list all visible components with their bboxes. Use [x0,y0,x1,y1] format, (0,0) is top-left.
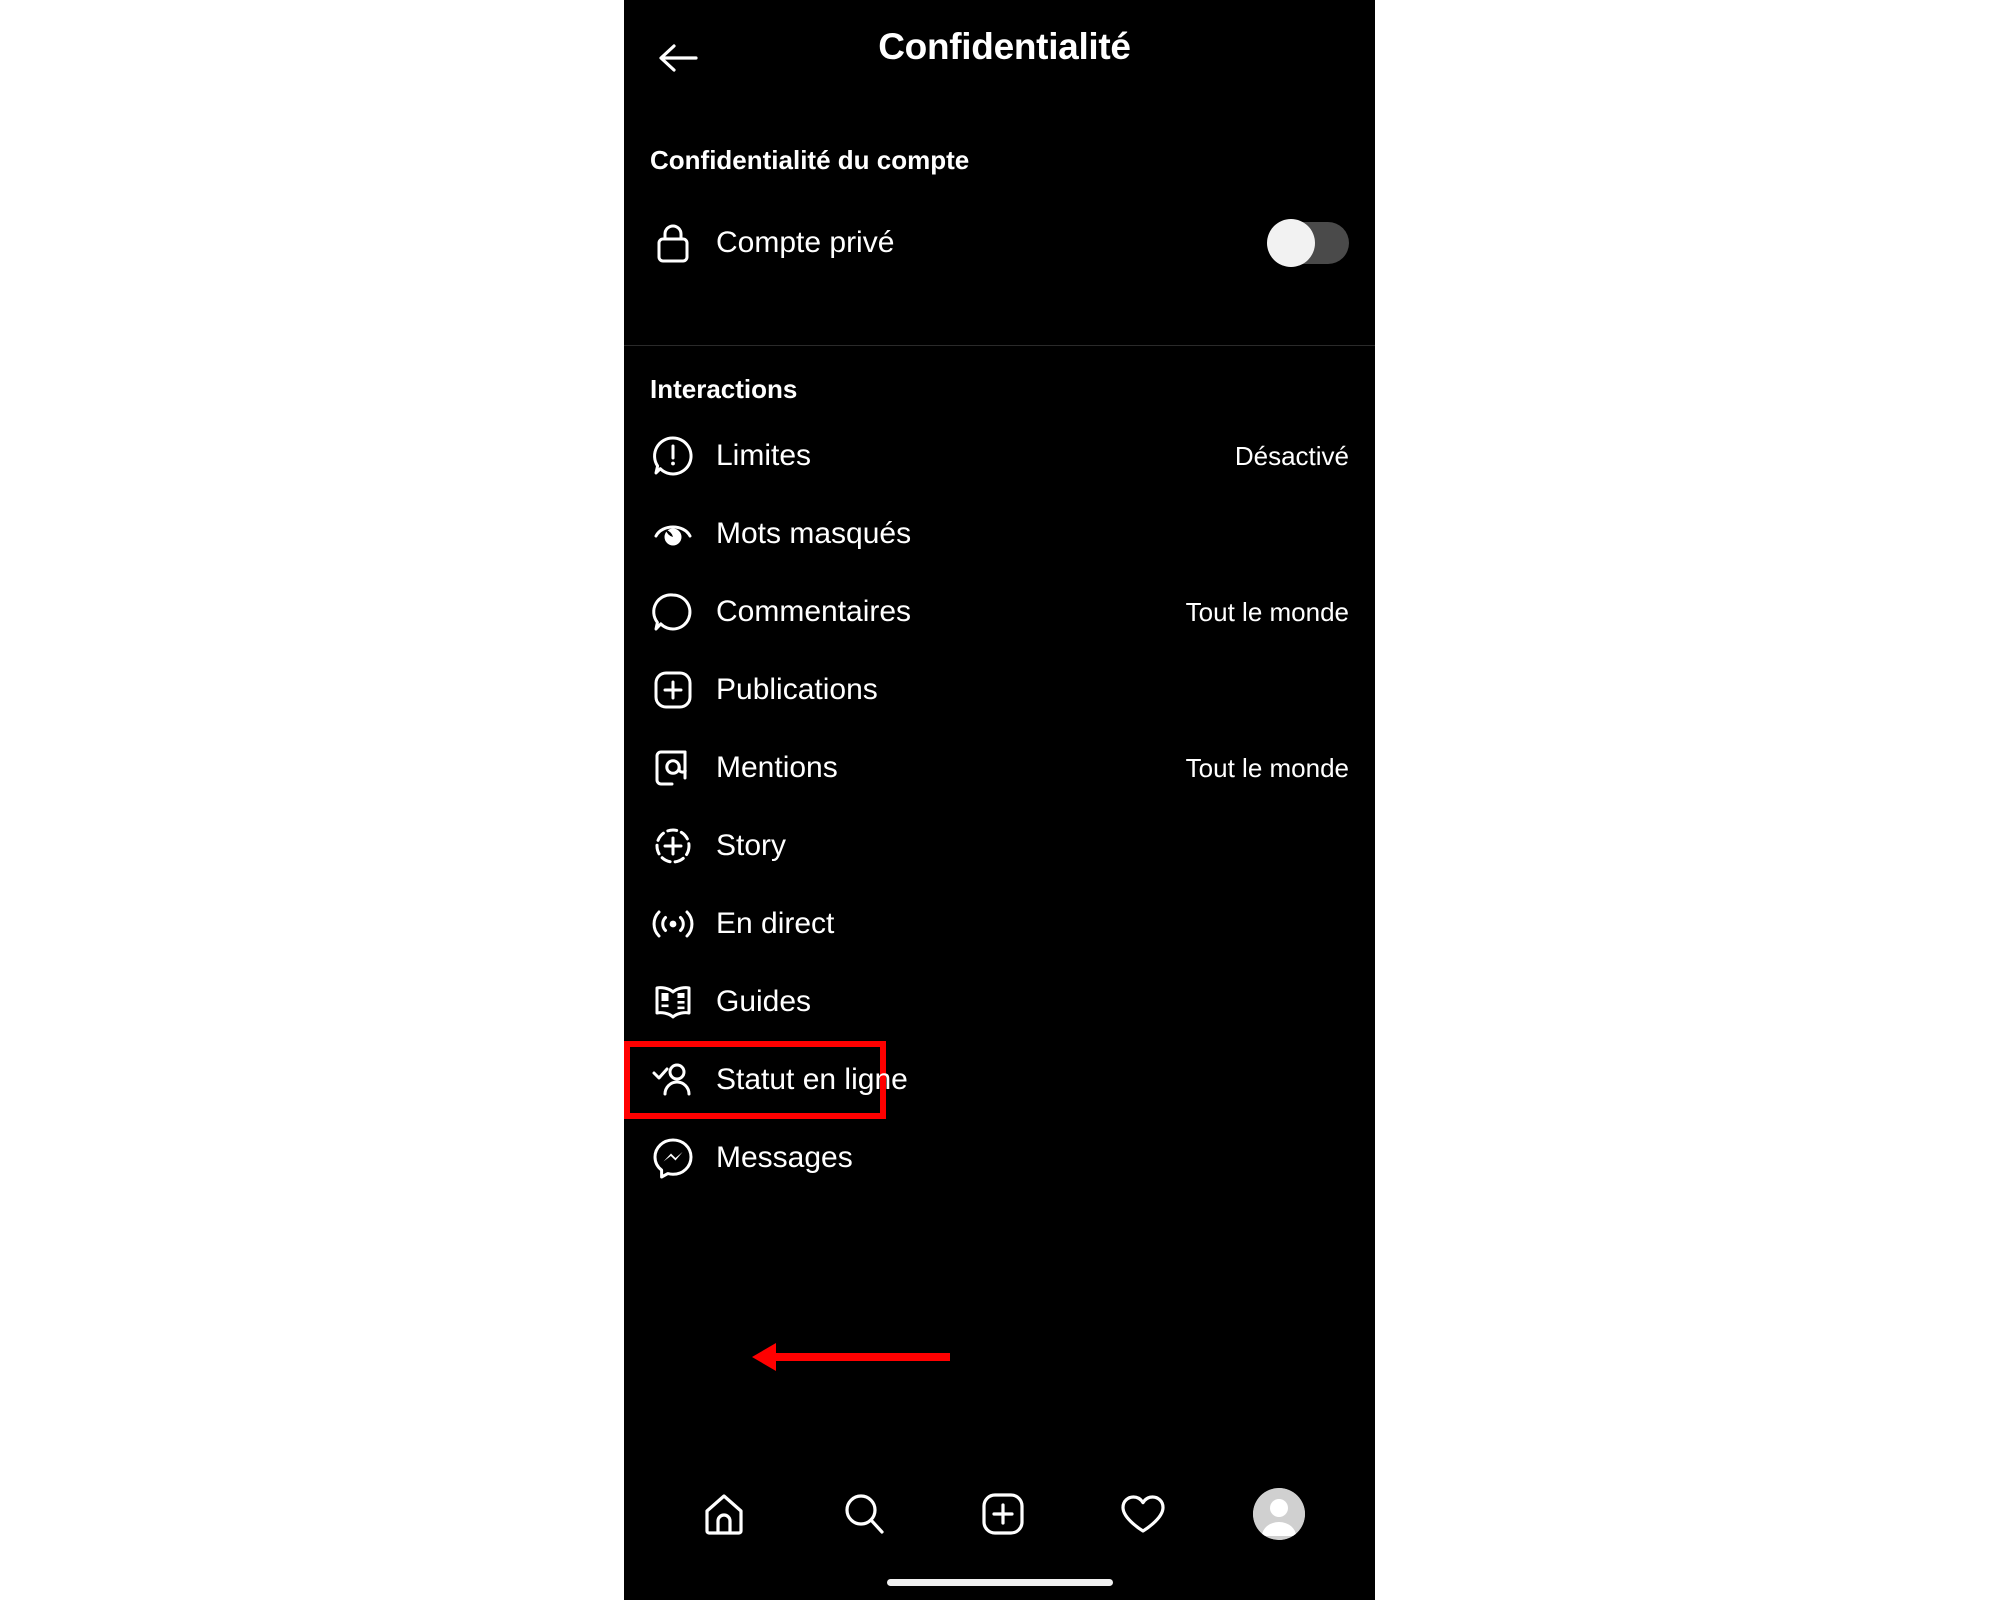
person-check-icon [650,1057,696,1103]
nav-activity-heart-icon[interactable] [1113,1484,1173,1544]
story-plus-icon [650,823,696,869]
nav-search-icon[interactable] [834,1484,894,1544]
row-limites[interactable]: Limites Désactivé [624,417,1375,495]
row-statut-en-ligne[interactable]: Statut en ligne [624,1041,908,1119]
row-private-account[interactable]: Compte privé [624,198,1375,288]
row-label: Statut en ligne [716,1063,908,1096]
section-divider [624,345,1375,346]
row-mots-masques[interactable]: Mots masqués [624,495,1375,573]
row-label: En direct [716,907,835,940]
section-heading-interactions: Interactions [650,374,798,404]
comment-bubble-icon [650,589,696,635]
at-sign-icon [650,745,696,791]
row-en-direct[interactable]: En direct [624,885,1375,963]
nav-home-icon[interactable] [694,1484,754,1544]
row-value: Désactivé [1234,440,1349,471]
row-value: Tout le monde [1185,596,1349,627]
nav-profile-avatar[interactable] [1253,1488,1306,1540]
row-commentaires[interactable]: Commentaires Tout le monde [624,573,1375,651]
plus-square-icon [650,667,696,713]
phone-screen: Confidentialité Confidentialité du compt… [624,0,1375,1600]
bottom-navigation-bar [624,1468,1375,1600]
row-label: Limites [716,439,812,472]
row-messages[interactable]: Messages [624,1119,1375,1197]
nav-create-icon[interactable] [973,1484,1033,1544]
row-label: Mentions [716,751,838,784]
guides-book-icon [650,979,696,1025]
row-value: Tout le monde [1185,752,1349,783]
exclamation-bubble-icon [650,433,696,479]
row-label: Commentaires [716,595,912,628]
lock-icon [650,220,696,266]
interactions-list: Limites Désactivé Mots masqués Commentai… [624,417,1375,1197]
row-mentions[interactable]: Mentions Tout le monde [624,729,1375,807]
row-story[interactable]: Story [624,807,1375,885]
app-header: Confidentialité [624,0,1375,112]
row-label: Compte privé [716,226,895,259]
row-label: Publications [716,673,878,706]
row-label: Story [716,829,787,862]
home-indicator [886,1579,1113,1586]
row-publications[interactable]: Publications [624,651,1375,729]
section-heading-account: Confidentialité du compte [650,145,970,175]
row-label: Guides [716,985,812,1018]
toggle-knob [1267,219,1315,267]
page-title: Confidentialité [878,26,1131,67]
eye-icon [650,511,696,557]
row-label: Mots masqués [716,517,912,550]
private-account-toggle[interactable] [1267,219,1349,267]
nav-icon-group [624,1468,1375,1560]
messenger-icon [650,1135,696,1181]
row-label: Messages [716,1141,853,1174]
row-guides[interactable]: Guides [624,963,1375,1041]
live-broadcast-icon [650,901,696,947]
